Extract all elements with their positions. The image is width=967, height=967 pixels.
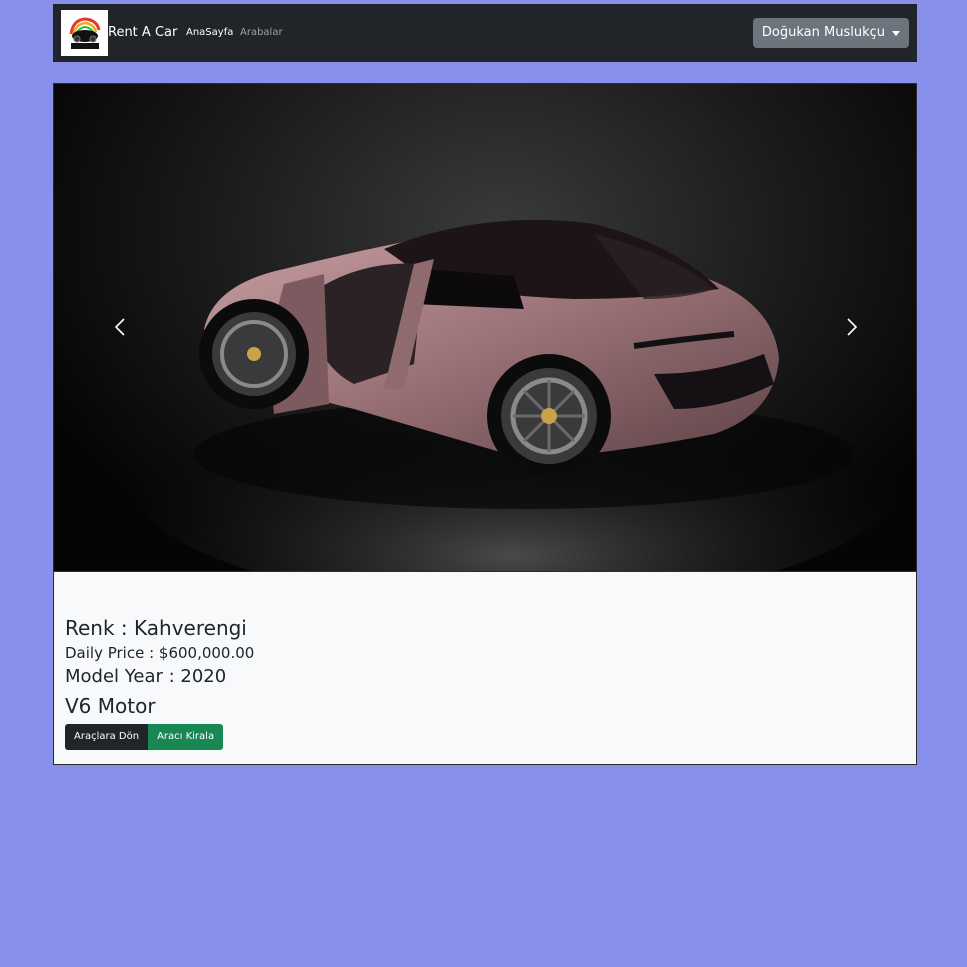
car-detail-card: Renk : Kahverengi Daily Price : $600,000… (53, 83, 917, 765)
back-to-cars-button[interactable]: Araçlara Dön (65, 724, 149, 750)
nav-link-cars[interactable]: Arabalar (240, 25, 283, 41)
car-color: Renk : Kahverengi (65, 616, 247, 640)
navbar: Rent A Car AnaSayfa Arabalar Doğukan Mus… (53, 4, 917, 62)
car-daily-price: Daily Price : $600,000.00 (65, 644, 255, 662)
car-description: V6 Motor (65, 694, 156, 718)
rent-car-button[interactable]: Aracı Kirala (148, 724, 224, 750)
car-image (134, 219, 894, 571)
chevron-right-icon (847, 318, 858, 336)
caret-down-icon (892, 31, 900, 36)
nav-link-home[interactable]: AnaSayfa (186, 25, 233, 41)
carousel-next-button[interactable] (842, 314, 862, 340)
car-image-carousel[interactable] (54, 84, 916, 572)
car-model-year: Model Year : 2020 (65, 666, 227, 687)
action-buttons: Araçlara Dön Aracı Kirala (65, 724, 254, 750)
user-menu-label: Doğukan Muslukçu (761, 25, 885, 40)
car-details: Renk : Kahverengi Daily Price : $600,000… (65, 614, 254, 750)
brand-name[interactable]: Rent A Car (108, 23, 177, 43)
carousel-prev-button[interactable] (110, 314, 130, 340)
chevron-left-icon (114, 318, 125, 336)
brand-logo[interactable] (61, 10, 108, 56)
racing-logo-icon (69, 17, 100, 49)
user-menu-dropdown[interactable]: Doğukan Muslukçu (752, 18, 909, 48)
